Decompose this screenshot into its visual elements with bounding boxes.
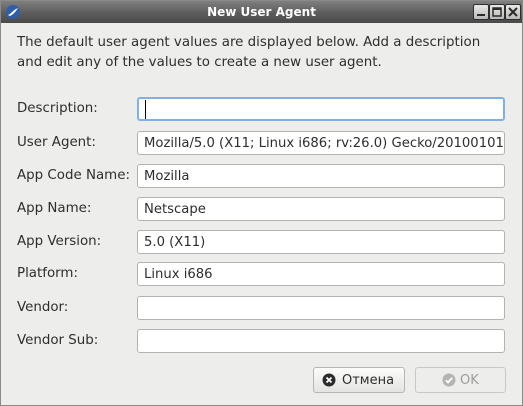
cancel-button-label: Отмена (342, 373, 395, 388)
platform-label: Platform: (17, 266, 78, 281)
cancel-icon (322, 373, 336, 387)
vendor-field[interactable] (137, 296, 505, 320)
window-title: New User Agent (207, 5, 316, 19)
vendor-sub-field[interactable] (137, 329, 505, 353)
ok-button-label: OK (460, 373, 479, 388)
dialog-window: New User Agent The default user agent va… (0, 0, 523, 406)
description-field[interactable] (137, 97, 505, 121)
minimize-icon[interactable] (473, 4, 489, 20)
app-code-name-field[interactable] (137, 164, 505, 188)
user-agent-label: User Agent: (17, 135, 96, 150)
ok-button[interactable]: OK (415, 367, 506, 393)
user-agent-field[interactable] (137, 131, 505, 155)
title-bar[interactable]: New User Agent (1, 1, 522, 23)
close-icon[interactable] (505, 4, 521, 20)
vendor-label: Vendor: (17, 300, 69, 315)
intro-text: The default user agent values are displa… (17, 35, 481, 70)
app-name-field[interactable] (137, 197, 505, 221)
vendor-sub-label: Vendor Sub: (17, 333, 99, 348)
platform-field[interactable] (137, 262, 505, 286)
text-caret (145, 100, 146, 119)
cancel-button[interactable]: Отмена (313, 367, 405, 393)
app-version-label: App Version: (17, 234, 102, 249)
app-code-name-label: App Code Name: (17, 168, 130, 183)
app-name-label: App Name: (17, 201, 92, 216)
description-label: Description: (17, 101, 98, 116)
app-version-field[interactable] (137, 230, 505, 254)
check-icon (442, 373, 456, 387)
maximize-icon[interactable] (489, 4, 505, 20)
